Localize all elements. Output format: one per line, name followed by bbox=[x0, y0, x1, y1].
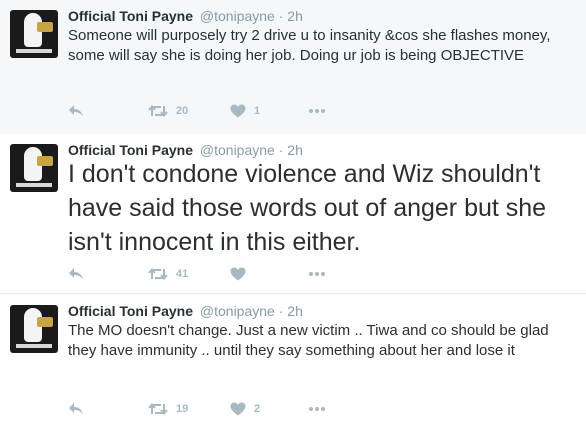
like-button[interactable]: 1 bbox=[230, 101, 260, 121]
tweet[interactable]: Official Toni Payne @tonipayne · 2h The … bbox=[0, 295, 586, 430]
retweet-button[interactable]: 20 bbox=[148, 101, 188, 121]
retweet-count: 20 bbox=[176, 105, 189, 117]
more-button[interactable] bbox=[308, 101, 326, 121]
like-count: 2 bbox=[254, 403, 261, 415]
retweet-count: 41 bbox=[176, 268, 189, 280]
author-name[interactable]: Official Toni Payne bbox=[68, 8, 193, 24]
separator: · bbox=[278, 303, 284, 319]
more-button[interactable] bbox=[308, 264, 326, 284]
reply-button[interactable] bbox=[68, 101, 84, 121]
tweet[interactable]: Official Toni Payne @tonipayne · 2h Some… bbox=[0, 0, 586, 126]
author-handle[interactable]: @tonipayne bbox=[200, 303, 275, 319]
reply-button[interactable] bbox=[68, 399, 84, 419]
tweet-actions: 19 2 bbox=[68, 399, 368, 419]
more-dots-icon bbox=[308, 271, 326, 277]
retweet-icon bbox=[148, 104, 168, 118]
avatar[interactable] bbox=[10, 305, 58, 353]
retweet-button[interactable]: 41 bbox=[148, 264, 188, 284]
tweet-actions: 41 bbox=[68, 264, 368, 284]
more-dots-icon bbox=[308, 108, 326, 114]
heart-icon bbox=[230, 402, 246, 416]
more-dots-icon bbox=[308, 406, 326, 412]
reply-button[interactable] bbox=[68, 264, 84, 284]
tweet[interactable]: Official Toni Payne @tonipayne · 2h I do… bbox=[0, 134, 586, 294]
separator: · bbox=[278, 8, 284, 24]
timestamp[interactable]: 2h bbox=[287, 142, 303, 158]
tweet-text: Someone will purposely try 2 drive u to … bbox=[68, 27, 551, 64]
author-name[interactable]: Official Toni Payne bbox=[68, 142, 193, 158]
timestamp[interactable]: 2h bbox=[287, 303, 303, 319]
like-count: 1 bbox=[254, 105, 261, 117]
heart-icon bbox=[230, 104, 246, 118]
tweet-actions: 20 1 bbox=[68, 101, 368, 121]
avatar[interactable] bbox=[10, 10, 58, 58]
heart-icon bbox=[230, 267, 246, 281]
tweet-text: I don't condone violence and Wiz shouldn… bbox=[68, 160, 547, 256]
author-handle[interactable]: @tonipayne bbox=[200, 8, 275, 24]
tweet-header: Official Toni Payne @tonipayne · 2h bbox=[68, 7, 303, 25]
retweet-count: 19 bbox=[176, 403, 189, 415]
avatar[interactable] bbox=[10, 144, 58, 192]
author-name[interactable]: Official Toni Payne bbox=[68, 303, 193, 319]
tweet-text: The MO doesn't change. Just a new victim… bbox=[68, 322, 549, 359]
separator: · bbox=[278, 142, 284, 158]
retweet-button[interactable]: 19 bbox=[148, 399, 188, 419]
reply-icon bbox=[68, 267, 84, 281]
author-handle[interactable]: @tonipayne bbox=[200, 142, 275, 158]
like-button[interactable]: 2 bbox=[230, 399, 260, 419]
more-button[interactable] bbox=[308, 399, 326, 419]
timestamp[interactable]: 2h bbox=[287, 8, 303, 24]
retweet-icon bbox=[148, 402, 168, 416]
tweet-header: Official Toni Payne @tonipayne · 2h bbox=[68, 302, 303, 320]
retweet-icon bbox=[148, 267, 168, 281]
reply-icon bbox=[68, 104, 84, 118]
like-button[interactable] bbox=[230, 264, 254, 284]
reply-icon bbox=[68, 402, 84, 416]
